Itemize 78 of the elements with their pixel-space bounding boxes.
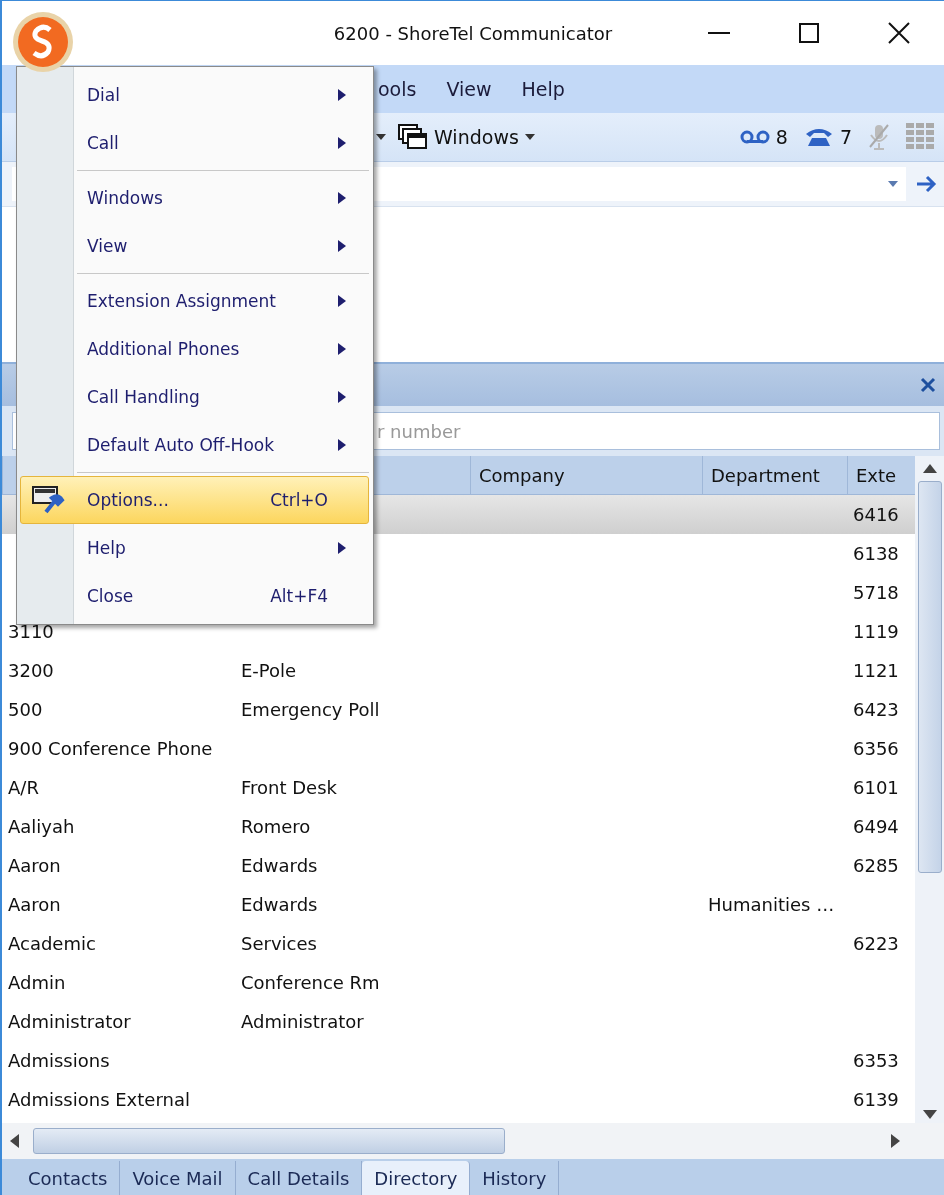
column-header[interactable]: Exte	[847, 456, 902, 494]
table-cell-text: 6223	[852, 932, 900, 956]
table-cell-text: 6494	[852, 815, 900, 839]
scroll-right-icon[interactable]	[891, 1134, 900, 1148]
dropdown-caret-icon	[888, 181, 898, 187]
calls-button[interactable]: 7	[799, 126, 856, 148]
table-cell-text: Front Desk	[240, 776, 338, 800]
table-cell-text: Edwards	[240, 893, 319, 917]
menu-bar-item[interactable]: View	[446, 78, 492, 100]
dialpad-icon	[906, 123, 934, 151]
dropdown-caret-icon	[524, 134, 535, 140]
windows-icon	[398, 124, 428, 150]
tab[interactable]: History	[470, 1161, 560, 1195]
table-cell-text: Humanities …	[707, 893, 836, 917]
table-cell-text: Romero	[240, 815, 312, 839]
tab[interactable]: Directory	[362, 1161, 471, 1195]
vertical-scrollbar[interactable]	[915, 456, 944, 1123]
dropdown-caret-icon[interactable]	[376, 134, 386, 140]
tab[interactable]: Contacts	[16, 1161, 121, 1195]
menu-item[interactable]: Options... Ctrl+O	[20, 476, 369, 524]
column-header[interactable]: Department	[702, 456, 847, 494]
scrollbar-thumb[interactable]	[33, 1128, 505, 1154]
table-cell-text: Aaron	[7, 893, 62, 917]
table-cell-text: 6285	[852, 854, 900, 878]
table-cell-text: Admissions	[7, 1049, 111, 1073]
table-cell-text: 6353	[852, 1049, 900, 1073]
scroll-left-icon[interactable]	[10, 1134, 19, 1148]
menu-item[interactable]: Extension Assignment	[20, 277, 369, 325]
table-cell-text: Aaron	[7, 854, 62, 878]
horizontal-scrollbar[interactable]	[2, 1123, 944, 1159]
menu-item[interactable]: Windows	[20, 174, 369, 222]
table-cell-text: Services	[240, 932, 318, 956]
minimize-icon	[708, 32, 730, 34]
column-header[interactable]: Company	[470, 456, 702, 494]
table-cell-text: Edwards	[240, 854, 319, 878]
table-cell-text: Emergency Poll	[240, 698, 381, 722]
menu-item[interactable]: Additional Phones	[20, 325, 369, 373]
menu-bar-item[interactable]: Help	[521, 78, 565, 100]
maximize-icon	[799, 23, 819, 43]
app-logo[interactable]	[12, 11, 74, 73]
tab[interactable]: Voice Mail	[120, 1161, 236, 1195]
scrollbar-thumb[interactable]	[917, 481, 942, 873]
table-cell-text: 6138	[852, 542, 900, 566]
table-cell-text: 3110	[7, 620, 55, 644]
table-cell-text: Conference Rm	[240, 971, 381, 995]
scroll-up-icon[interactable]	[922, 464, 937, 473]
table-cell-text: Administrator	[240, 1010, 365, 1034]
scroll-down-icon[interactable]	[922, 1110, 937, 1119]
table-cell-text: 3200	[7, 659, 55, 683]
window-title: 6200 - ShoreTel Communicator	[333, 22, 613, 44]
table-cell-text: 6139	[852, 1088, 900, 1112]
menu-item[interactable]: View	[20, 222, 369, 270]
close-icon[interactable]	[920, 377, 936, 393]
table-cell-text: Academic	[7, 932, 97, 956]
table-cell-text: 6356	[852, 737, 900, 761]
table-cell-text: A/R	[7, 776, 40, 800]
table-cell-text: Admin	[7, 971, 67, 995]
voicemail-icon	[739, 130, 770, 144]
go-arrow-icon[interactable]	[916, 175, 938, 193]
windows-button[interactable]: Windows	[394, 124, 539, 150]
menu-bar-item[interactable]: ools	[378, 78, 417, 100]
table-cell-text: Admissions External	[7, 1088, 191, 1112]
table-cell-text: 1119	[852, 620, 900, 644]
close-icon	[888, 22, 910, 44]
table-cell-text: 900 Conference Phone	[7, 737, 214, 761]
table-cell-text: E-Pole	[240, 659, 298, 683]
table-cell-text: 1121	[852, 659, 900, 683]
menu-item[interactable]: Call	[20, 119, 369, 167]
menu-item[interactable]: Dial	[20, 71, 369, 119]
table-cell-text: 6101	[852, 776, 900, 800]
table-cell-text: 5718	[852, 581, 900, 605]
table-cell-text: 500	[7, 698, 44, 722]
voicemail-button[interactable]: 8	[735, 126, 792, 148]
table-cell-text: Administrator	[7, 1010, 132, 1034]
table-cell-text: Aaliyah	[7, 815, 76, 839]
table-cell-text: 6423	[852, 698, 900, 722]
muted-microphone-icon	[868, 123, 890, 151]
table-cell-text: 6416	[852, 503, 900, 527]
